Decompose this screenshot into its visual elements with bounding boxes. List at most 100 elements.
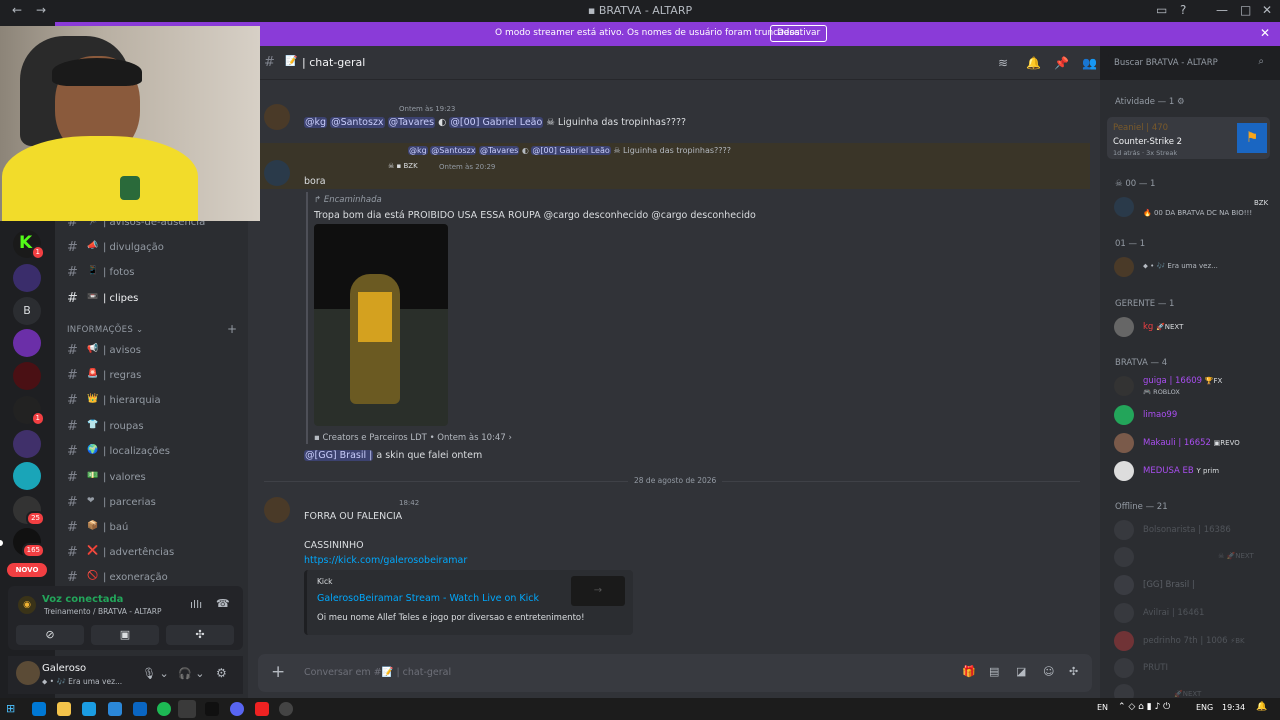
- mention[interactable]: @[00] Gabriel Leão: [449, 117, 544, 128]
- channel-localizacoes[interactable]: # 🌍 | localizações: [67, 442, 242, 462]
- member-item[interactable]: limao99: [1114, 405, 1274, 427]
- mention[interactable]: @kg: [304, 117, 328, 128]
- members-icon[interactable]: 👥: [1082, 56, 1097, 70]
- keyboard-layout[interactable]: ENG: [1196, 703, 1213, 712]
- member-item[interactable]: BZK 🔥 00 DA BRATVA DC NA BIO!!!: [1114, 197, 1274, 219]
- add-channel-icon[interactable]: +: [227, 322, 237, 336]
- camera-off-button[interactable]: ⊘: [16, 625, 84, 645]
- avatar[interactable]: [264, 160, 290, 186]
- member-item[interactable]: ⬥ • 🎶 Era uma vez...: [1114, 257, 1274, 279]
- server-icon-6[interactable]: 1: [13, 396, 45, 426]
- language-indicator[interactable]: EN: [1097, 703, 1108, 712]
- server-icon-2[interactable]: [13, 264, 41, 292]
- activities-button[interactable]: ✣: [166, 625, 234, 645]
- channel-valores[interactable]: # 💵 | valores: [67, 468, 242, 488]
- settings-gear-icon[interactable]: ⚙: [216, 666, 227, 680]
- forwarded-image[interactable]: [314, 224, 448, 426]
- taskbar-app-icon[interactable]: [255, 702, 269, 716]
- apps-icon[interactable]: ✣: [1069, 665, 1078, 678]
- channel-fotos[interactable]: # 📱 | fotos: [67, 263, 242, 283]
- notifications-icon[interactable]: 🔔: [1256, 702, 1267, 712]
- channel-advertencias[interactable]: # ❌ | advertências: [67, 543, 242, 563]
- message-link[interactable]: https://kick.com/galerosobeiramar: [304, 555, 467, 566]
- maximize-icon[interactable]: □: [1240, 3, 1251, 17]
- member-item[interactable]: [GG] Brasil |: [1114, 575, 1274, 597]
- activity-card[interactable]: Peaniel | 470 Counter-Strike 2 1d atrás …: [1107, 117, 1270, 159]
- minimize-icon[interactable]: —: [1216, 3, 1228, 17]
- embed-thumbnail[interactable]: →: [571, 576, 625, 606]
- member-item[interactable]: Avilrai | 16461: [1114, 603, 1274, 625]
- disable-streamer-button[interactable]: Desativar: [770, 25, 828, 42]
- channel-exoneracao[interactable]: # 🚫 | exoneração: [67, 568, 242, 588]
- server-icon-8[interactable]: [13, 462, 41, 490]
- add-attachment-icon[interactable]: +: [271, 662, 285, 682]
- headphones-icon[interactable]: 🎧 ⌄: [178, 667, 204, 680]
- noise-suppression-icon[interactable]: ıllı: [190, 598, 202, 611]
- chrome-icon[interactable]: [178, 700, 196, 718]
- channel-hierarquia[interactable]: # 👑 | hierarquia: [67, 391, 242, 411]
- store-icon[interactable]: [108, 702, 122, 716]
- message-input[interactable]: Conversar em #📝 | chat-geral: [304, 667, 451, 678]
- server-icon-k[interactable]: K1: [13, 230, 45, 260]
- server-icon-5[interactable]: [13, 362, 41, 390]
- mention[interactable]: @[GG] Brasil |: [304, 450, 374, 461]
- channel-clipes[interactable]: # 📼 | clipes: [67, 289, 242, 309]
- member-item[interactable]: MEDUSA EB Y prim: [1114, 461, 1274, 483]
- disconnect-icon[interactable]: ☎: [216, 597, 230, 610]
- discord-icon[interactable]: [230, 702, 244, 716]
- gif-icon[interactable]: ▤: [989, 665, 999, 678]
- obs-icon[interactable]: [279, 702, 293, 716]
- category-informacoes[interactable]: INFORMAÇÕES ⌄: [67, 325, 143, 335]
- server-icon-b[interactable]: B: [13, 297, 41, 325]
- terminal-icon[interactable]: [205, 702, 219, 716]
- sticker-icon[interactable]: ◪: [1016, 665, 1026, 678]
- clock[interactable]: 19:34: [1222, 703, 1245, 712]
- search-input[interactable]: Buscar BRATVA - ALTARP ⌕: [1108, 53, 1270, 73]
- bell-icon[interactable]: 🔔: [1026, 56, 1041, 70]
- member-item[interactable]: guiga | 16609 🏆FX 🎮 ROBLOX: [1114, 376, 1274, 398]
- member-item[interactable]: pedrinho 7th | 1006 ⚡BK: [1114, 631, 1274, 653]
- voice-title[interactable]: Voz conectada: [42, 594, 123, 605]
- close-banner-icon[interactable]: ✕: [1260, 26, 1270, 40]
- avatar[interactable]: [16, 661, 40, 685]
- member-item[interactable]: kg 🚀NEXT: [1114, 317, 1274, 339]
- help-icon[interactable]: ?: [1180, 3, 1186, 17]
- user-name[interactable]: Galeroso: [42, 663, 86, 674]
- server-icon-4[interactable]: [13, 329, 41, 357]
- windows-start-icon[interactable]: ⊞: [6, 702, 20, 716]
- emoji-icon[interactable]: ☺: [1043, 665, 1054, 678]
- member-item[interactable]: Bolsonarista | 16386: [1114, 520, 1274, 542]
- member-item[interactable]: ☠ 🚀NEXT: [1114, 547, 1274, 569]
- taskbar-app-icon[interactable]: [32, 702, 46, 716]
- mention[interactable]: @Santoszx: [330, 117, 385, 128]
- voice-subtitle[interactable]: Treinamento / BRATVA - ALTARP: [44, 607, 162, 616]
- tray-icons[interactable]: ⌃ ◇ ⌂ ▮ ♪ ⏻: [1118, 702, 1170, 712]
- inbox-icon[interactable]: ▭: [1156, 3, 1167, 17]
- embed-title[interactable]: GalerosoBeiramar Stream - Watch Live on …: [317, 593, 539, 604]
- pin-icon[interactable]: 📌: [1054, 56, 1069, 70]
- mic-icon[interactable]: 🎙 ⌄: [142, 667, 169, 680]
- channel-parcerias[interactable]: # ❤ | parcerias: [67, 493, 242, 513]
- server-icon-10[interactable]: 165: [13, 528, 45, 558]
- channel-divulgacao[interactable]: # 📣 | divulgação: [67, 238, 242, 258]
- channel-roupas[interactable]: # 👕 | roupas: [67, 417, 242, 437]
- spotify-icon[interactable]: [157, 702, 171, 716]
- server-icon-9[interactable]: 25: [13, 496, 45, 526]
- forward-source[interactable]: ▪ Creators e Parceiros LDT • Ontem às 10…: [314, 433, 512, 443]
- server-icon-7[interactable]: [13, 430, 41, 458]
- channel-regras[interactable]: # 🚨 | regras: [67, 366, 242, 386]
- taskbar-app-icon[interactable]: [133, 702, 147, 716]
- edge-icon[interactable]: [82, 702, 96, 716]
- close-window-icon[interactable]: ✕: [1262, 3, 1272, 17]
- folder-icon[interactable]: [57, 702, 71, 716]
- reply-preview[interactable]: @kg @Santoszx @Tavares ◐ @[00] Gabriel L…: [408, 146, 731, 155]
- new-servers-badge[interactable]: NOVO: [7, 563, 47, 577]
- member-item[interactable]: 🚀NEXT: [1114, 684, 1274, 698]
- member-item[interactable]: PRUTI: [1114, 658, 1274, 680]
- gift-icon[interactable]: 🎁: [962, 665, 976, 678]
- screen-share-button[interactable]: ▣: [91, 625, 159, 645]
- channel-avisos[interactable]: # 📢 | avisos: [67, 341, 242, 361]
- mention[interactable]: @Tavares: [387, 117, 436, 128]
- member-item[interactable]: Makauli | 16652 ▣REVO: [1114, 433, 1274, 455]
- avatar[interactable]: [264, 497, 290, 523]
